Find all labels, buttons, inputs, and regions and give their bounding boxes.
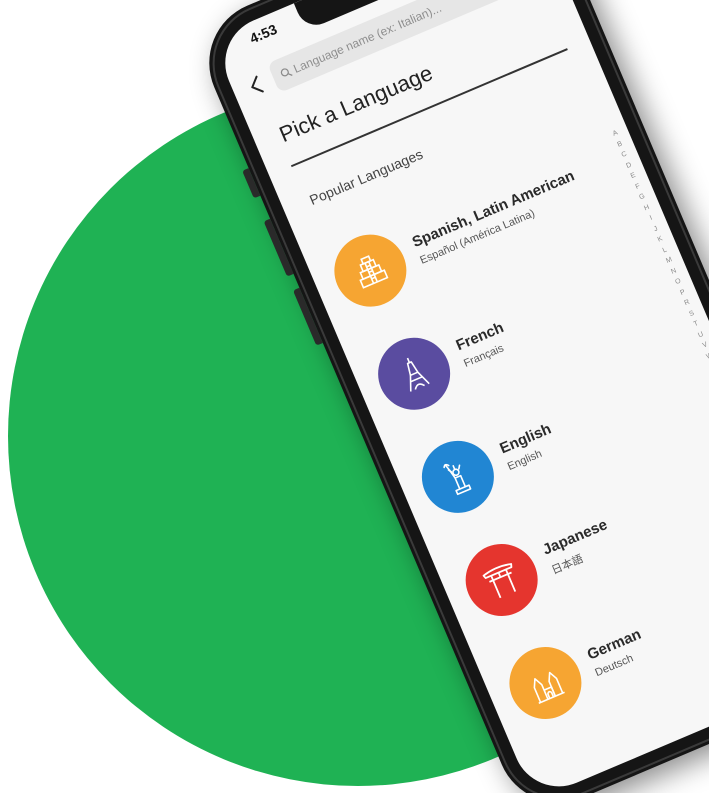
back-arrow-icon[interactable] [242, 71, 271, 100]
language-badge [410, 429, 506, 525]
statue-of-liberty-icon [443, 463, 472, 496]
search-icon [280, 68, 293, 77]
language-text: Japanese 日本語 [540, 516, 618, 578]
language-badge [366, 326, 462, 421]
language-badge [498, 635, 593, 731]
pyramid-icon [359, 255, 389, 289]
castle-icon [533, 671, 565, 704]
alpha-index-letter[interactable]: W [704, 350, 709, 363]
language-badge [323, 223, 418, 318]
language-badge [454, 532, 549, 628]
language-text: English English [497, 420, 560, 472]
eiffel-tower-icon [406, 357, 430, 392]
status-time: 4:53 [247, 20, 280, 47]
language-text: German Deutsch [585, 626, 650, 679]
language-text: French Français [454, 319, 513, 370]
torii-gate-icon [482, 563, 517, 599]
promo-stage: 4:53 Language name (ex: Italian)... Pick… [0, 0, 709, 793]
